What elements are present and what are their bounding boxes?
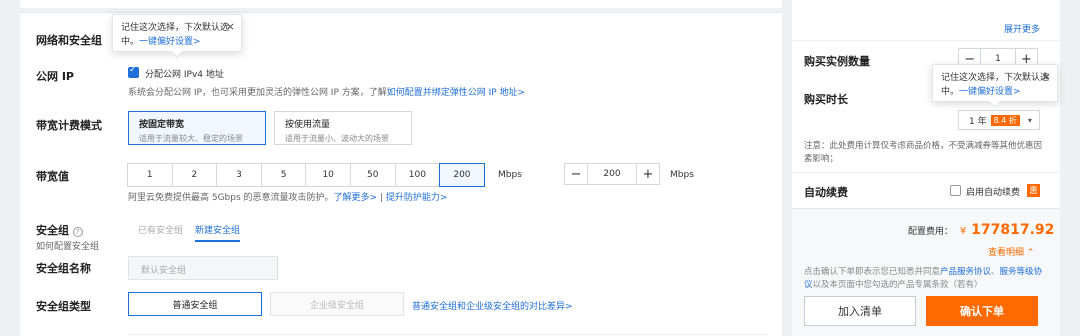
sidebar-divider-2 (792, 172, 1060, 173)
bandwidth-plus-button[interactable]: + (637, 164, 659, 184)
billing-traffic-desc: 适用于流量小、波动大的场景 (285, 134, 389, 143)
price-label: 配置费用： (908, 227, 954, 237)
auto-renew-checkbox[interactable] (950, 185, 961, 196)
sg-type-label: 安全组类型 (36, 300, 91, 313)
auto-renew-badge: 惠 (1027, 184, 1040, 197)
improve-protection-link[interactable]: 提升防护能力> (386, 193, 448, 203)
bandwidth-minus-button[interactable]: − (565, 164, 587, 184)
learn-more-link[interactable]: 了解更多> (334, 193, 378, 203)
price-note: 注意：此处费用计算仅考虑商品价格，不受满减券等其他优惠因素影响； (804, 141, 1043, 164)
security-group-howto[interactable]: 如何配置安全组 (36, 239, 99, 252)
tab-new-sg[interactable]: 新建安全组 (195, 223, 241, 242)
bandwidth-value-input[interactable]: 200 (587, 164, 637, 184)
chevron-up-icon: ⌃ (1026, 248, 1035, 258)
sidebar-tooltip-line2-text: 中。 (941, 87, 960, 97)
security-group-label: 安全组 ? (36, 222, 83, 238)
billing-fixed-title: 按固定带宽 (139, 120, 185, 130)
discount-badge: 8.4 折 (990, 114, 1020, 126)
agreement-part3: 以及本页面中您勾选的产品专属条款（若有） (812, 280, 983, 290)
billing-traffic-option[interactable]: 按使用流量 适用于流量小、波动大的场景 (274, 111, 412, 145)
public-ipv4-checkbox-label[interactable]: 分配公网 IPv4 地址 (145, 67, 224, 80)
network-section-label: 网络和安全组 (36, 34, 102, 47)
duration-select[interactable]: 1 年 8.4 折 ▾ (958, 110, 1040, 130)
bandwidth-option-10[interactable]: 10 (305, 163, 351, 187)
sidebar-divider (792, 40, 1060, 41)
bandwidth-stepper-unit: Mbps (670, 170, 694, 180)
bandwidth-options: 1 2 3 5 10 50 100 200 (127, 163, 485, 187)
chevron-down-icon: ▾ (1027, 115, 1032, 125)
public-ipv4-checkbox[interactable] (128, 65, 139, 78)
agreement-part1: 点击确认下单即表示您已知悉并同意 (804, 267, 941, 277)
eip-config-link[interactable]: 如何配置并绑定弹性公网 IP 地址> (387, 88, 525, 98)
config-panel: 网络和安全组 公网 IP 分配公网 IPv4 地址 系统会分配公网 IP，也可采… (20, 12, 782, 336)
bandwidth-option-50[interactable]: 50 (349, 163, 396, 187)
expand-more-link[interactable]: 展开更多 (1004, 22, 1040, 35)
bandwidth-option-100[interactable]: 100 (394, 163, 441, 187)
agreement-text: 点击确认下单即表示您已知悉并同意产品服务协议、服务等级协议以及本页面中您勾选的产… (804, 266, 1044, 292)
sg-compare-link[interactable]: 普通安全组和企业级安全组的对比差异> (412, 299, 573, 312)
sg-name-input[interactable]: 默认安全组 (128, 256, 278, 280)
ddos-desc: 阿里云免费提供最高 5Gbps 的恶意流量攻击防护。了解更多> | 提升防护能力… (128, 190, 447, 203)
add-to-list-button[interactable]: 加入清单 (804, 296, 916, 326)
sidebar-close-icon[interactable]: × (1042, 70, 1051, 84)
ddos-desc-text: 阿里云免费提供最高 5Gbps 的恶意流量攻击防护。 (128, 193, 334, 203)
view-detail-text: 查看明细 (988, 248, 1025, 258)
auto-renew-checkbox-label[interactable]: 启用自动续费 (966, 185, 1020, 198)
duration-value: 1 年 (969, 116, 987, 127)
bandwidth-option-2[interactable]: 2 (171, 163, 218, 187)
bandwidth-stepper: − 200 + (564, 163, 660, 185)
bottom-divider (128, 334, 768, 335)
preference-settings-link[interactable]: 一键偏好设置> (139, 37, 201, 47)
close-icon[interactable]: × (226, 20, 235, 34)
billing-fixed-option[interactable]: 按固定带宽 适用于流量较大、稳定的场景 (128, 111, 266, 145)
bandwidth-option-1[interactable]: 1 (127, 163, 173, 187)
public-ip-desc-text: 系统会分配公网 IP，也可采用更加灵活的弹性公网 IP 方案，了解 (128, 88, 387, 98)
tooltip-line2-text: 中。 (121, 37, 140, 47)
sg-type-normal-button[interactable]: 普通安全组 (128, 292, 262, 316)
billing-traffic-title: 按使用流量 (285, 120, 331, 130)
price-amount: 177817.92 (971, 222, 1055, 238)
price-row: 配置费用： ¥ 177817.92 (908, 222, 1054, 238)
public-ip-desc: 系统会分配公网 IP，也可采用更加灵活的弹性公网 IP 方案，了解如何配置并绑定… (128, 85, 525, 98)
sg-name-label: 安全组名称 (36, 262, 91, 275)
bandwidth-option-3[interactable]: 3 (216, 163, 262, 187)
sidebar-preference-settings-link[interactable]: 一键偏好设置> (959, 87, 1021, 97)
confirm-order-button[interactable]: 确认下单 (926, 296, 1038, 326)
billing-fixed-desc: 适用于流量较大、稳定的场景 (139, 134, 243, 143)
duration-preference-tooltip: 记住这次选择，下次默认选 中。一键偏好设置> × (932, 64, 1058, 108)
duration-label: 购买时长 (804, 93, 848, 106)
top-strip (20, 0, 782, 8)
tooltip-line1: 记住这次选择，下次默认选 (121, 23, 230, 33)
sg-type-enterprise-button: 企业级安全组 (270, 292, 404, 316)
bandwidth-unit: Mbps (498, 170, 522, 180)
bandwidth-billing-label: 带宽计费模式 (36, 119, 102, 132)
bandwidth-option-5[interactable]: 5 (260, 163, 307, 187)
bandwidth-option-200[interactable]: 200 (439, 163, 485, 187)
price-currency: ¥ (959, 226, 967, 237)
sidebar-tooltip-line1: 记住这次选择，下次默认选 (941, 73, 1050, 83)
help-icon[interactable]: ? (72, 227, 83, 237)
security-group-label-text: 安全组 (36, 224, 69, 237)
view-detail-link[interactable]: 查看明细 ⌃ (988, 245, 1034, 258)
link-separator: | (377, 193, 386, 203)
preference-tooltip: 记住这次选择，下次默认选 中。一键偏好设置> × (112, 14, 242, 58)
quantity-label: 购买实例数量 (804, 55, 870, 68)
public-ip-label: 公网 IP (36, 70, 74, 83)
tab-existing-sg[interactable]: 已有安全组 (138, 223, 183, 236)
auto-renew-label: 自动续费 (804, 186, 848, 199)
service-agreement-link[interactable]: 产品服务协议 (940, 267, 991, 277)
bandwidth-label: 带宽值 (36, 170, 69, 183)
agreement-part2: 、 (991, 267, 1000, 277)
